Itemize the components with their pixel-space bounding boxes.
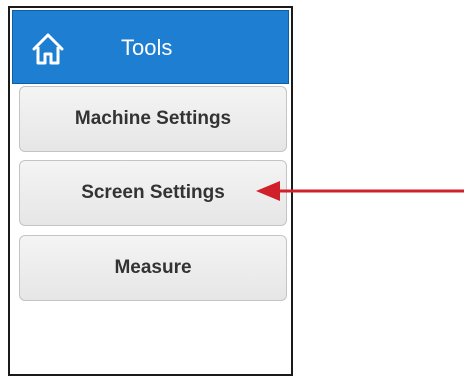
page-title: Tools xyxy=(121,35,173,60)
machine-settings-label: Machine Settings xyxy=(74,108,232,129)
tools-screen: Tools Machine Settings Screen Settings M… xyxy=(8,6,293,376)
measure-button[interactable]: Measure xyxy=(19,235,287,301)
measure-label: Measure xyxy=(114,257,192,278)
machine-settings-button[interactable]: Machine Settings xyxy=(19,86,287,152)
header-bar: Tools xyxy=(12,10,289,84)
pointer-arrow-icon xyxy=(256,181,464,201)
screen-settings-label: Screen Settings xyxy=(81,182,225,203)
home-icon[interactable] xyxy=(32,32,64,66)
screen-settings-button[interactable]: Screen Settings xyxy=(19,160,287,226)
